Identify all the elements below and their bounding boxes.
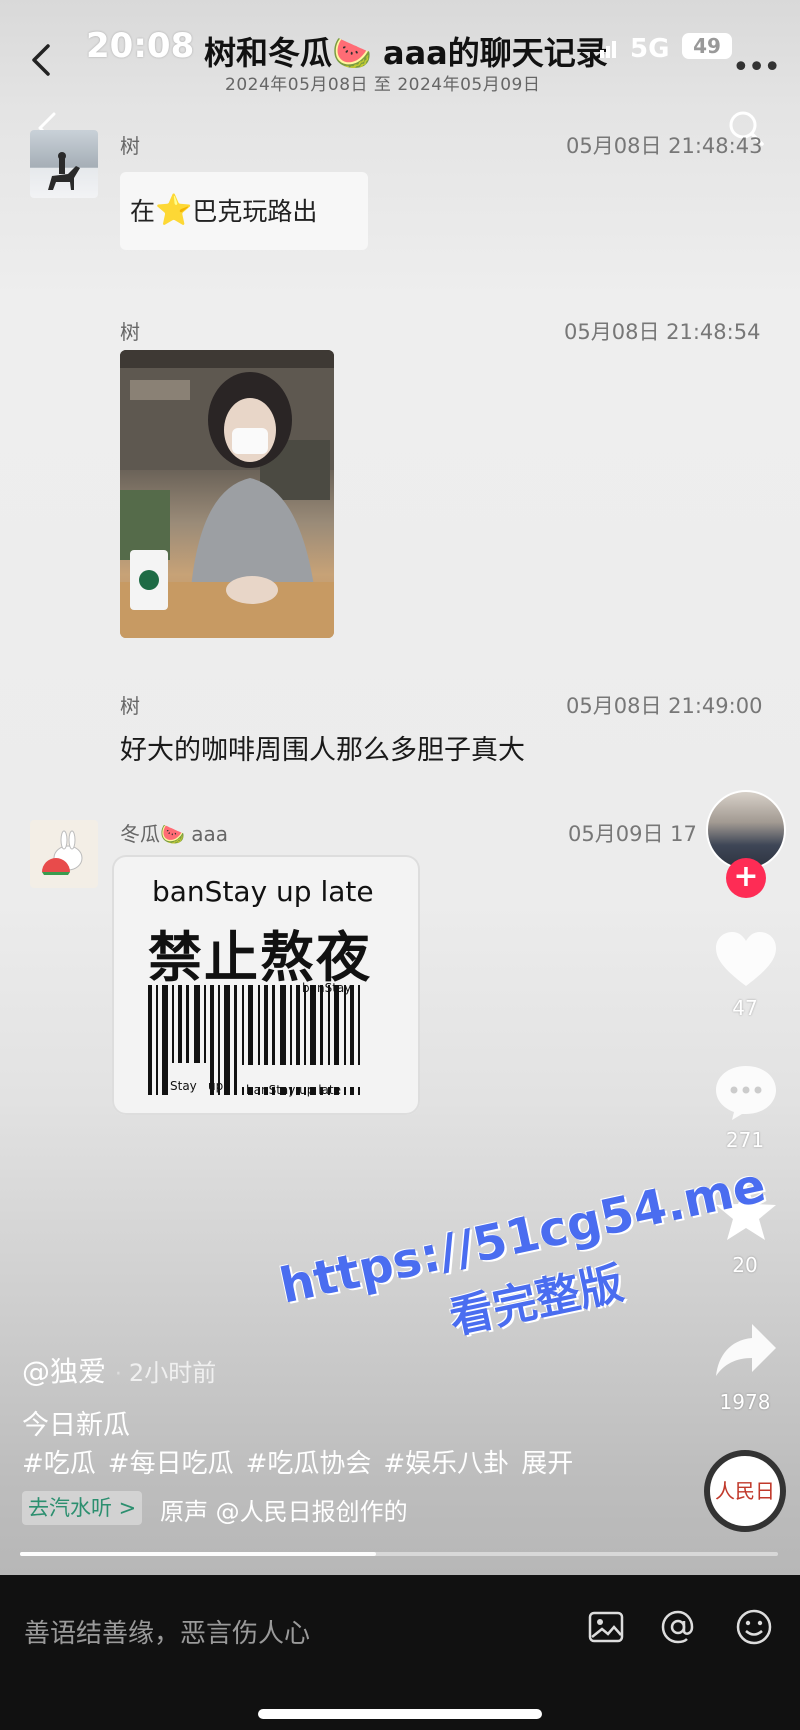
video-progress-fill — [20, 1552, 377, 1556]
separator-dot: · — [114, 1362, 129, 1387]
post-time: 2小时前 — [128, 1359, 217, 1387]
listen-in-qishui-button[interactable]: 去汽水听 > — [22, 1491, 143, 1525]
rabbit-watermelon-icon — [42, 830, 83, 875]
post-caption: 今日新瓜 — [22, 1410, 130, 1441]
message-photo[interactable] — [120, 350, 334, 638]
hashtag-link[interactable]: #吃瓜协会 — [246, 1449, 372, 1479]
like-count: 47 — [732, 996, 758, 1020]
author-line: @独爱 · 2小时前 — [22, 1350, 216, 1390]
sticker-small-text: banStay up late — [246, 1083, 341, 1097]
star-emoji-icon: ⭐ — [155, 193, 193, 228]
comment-icon[interactable] — [712, 1060, 780, 1124]
date-range: 2024年05月08日 至 2024年05月09日 — [225, 75, 541, 95]
heart-icon[interactable] — [712, 928, 780, 992]
sender-name: 树 — [120, 134, 140, 158]
sound-attribution[interactable]: 原声 @人民日报创作的 — [160, 1492, 408, 1527]
home-indicator[interactable] — [258, 1709, 542, 1719]
more-icon[interactable]: ••• — [732, 50, 781, 85]
sender-name: 树 — [120, 320, 140, 344]
sender-name: 冬瓜🍉 aaa — [120, 822, 229, 846]
follow-button[interactable]: + — [726, 858, 766, 898]
sticker-small-text: banStay — [302, 981, 352, 995]
comment-bar: 善语结善缘，恶言伤人心 — [0, 1575, 800, 1730]
share-count: 1978 — [719, 1390, 771, 1414]
video-progress-bar[interactable] — [20, 1552, 778, 1556]
at-icon[interactable] — [658, 1607, 698, 1647]
music-disc-icon[interactable]: 人民日报 — [704, 1450, 786, 1532]
message-time: 05月08日 21:48:43 — [566, 134, 763, 158]
hashtag-link[interactable]: #每日吃瓜 — [108, 1449, 234, 1479]
emoji-icon[interactable] — [734, 1607, 774, 1647]
sender-name: 树 — [120, 694, 140, 718]
hashtag-link[interactable]: #娱乐八卦 — [383, 1449, 509, 1479]
horse-rider-icon — [48, 152, 80, 190]
promo-watermark: https://51cg54.me 看完整版 — [275, 1157, 784, 1379]
video-screen[interactable]: 20:08 树和冬瓜🍉 aaa的聊天记录 5G 49 ••• 2024年05月0… — [0, 0, 800, 1575]
comment-input[interactable]: 善语结善缘，恶言伤人心 — [24, 1613, 310, 1650]
battery-indicator: 49 — [682, 33, 732, 59]
expand-link[interactable]: 展开 — [521, 1449, 573, 1479]
message-sticker[interactable]: banStay up late 禁止熬夜 banStay Stay up l b… — [112, 855, 420, 1115]
hashtag-link[interactable]: #吃瓜 — [22, 1449, 96, 1479]
message-time: 05月09日 17 — [568, 822, 697, 846]
back-icon[interactable] — [22, 40, 62, 80]
status-time: 20:08 — [86, 26, 195, 66]
sticker-small-text: up l — [208, 1079, 231, 1093]
avatar-shu[interactable] — [30, 130, 98, 198]
hashtag-row: #吃瓜 #每日吃瓜 #吃瓜协会 #娱乐八卦 展开 — [22, 1443, 573, 1480]
signal-icon — [600, 41, 616, 58]
sticker-small-text: Stay — [170, 1079, 197, 1093]
message-bubble[interactable]: 在⭐巴克玩路出 — [120, 172, 368, 250]
sticker-caption: banStay up late — [152, 875, 374, 908]
avatar-dongua[interactable] — [30, 820, 98, 888]
share-icon[interactable] — [712, 1318, 780, 1382]
comment-count: 271 — [725, 1128, 765, 1152]
message-text-end: 巴克玩路出 — [192, 197, 318, 226]
network-label: 5G — [630, 34, 670, 64]
image-icon[interactable] — [586, 1607, 626, 1647]
chat-title: 树和冬瓜🍉 aaa的聊天记录 — [204, 34, 608, 72]
message-time: 05月08日 21:49:00 — [566, 694, 763, 718]
message-time: 05月08日 21:48:54 — [564, 320, 761, 344]
message-text-start: 在 — [130, 197, 156, 226]
cafe-photo-illustration — [120, 350, 334, 638]
message-text: 好大的咖啡周围人那么多胆子真大 — [120, 735, 525, 766]
author-name[interactable]: @独爱 — [22, 1355, 106, 1388]
